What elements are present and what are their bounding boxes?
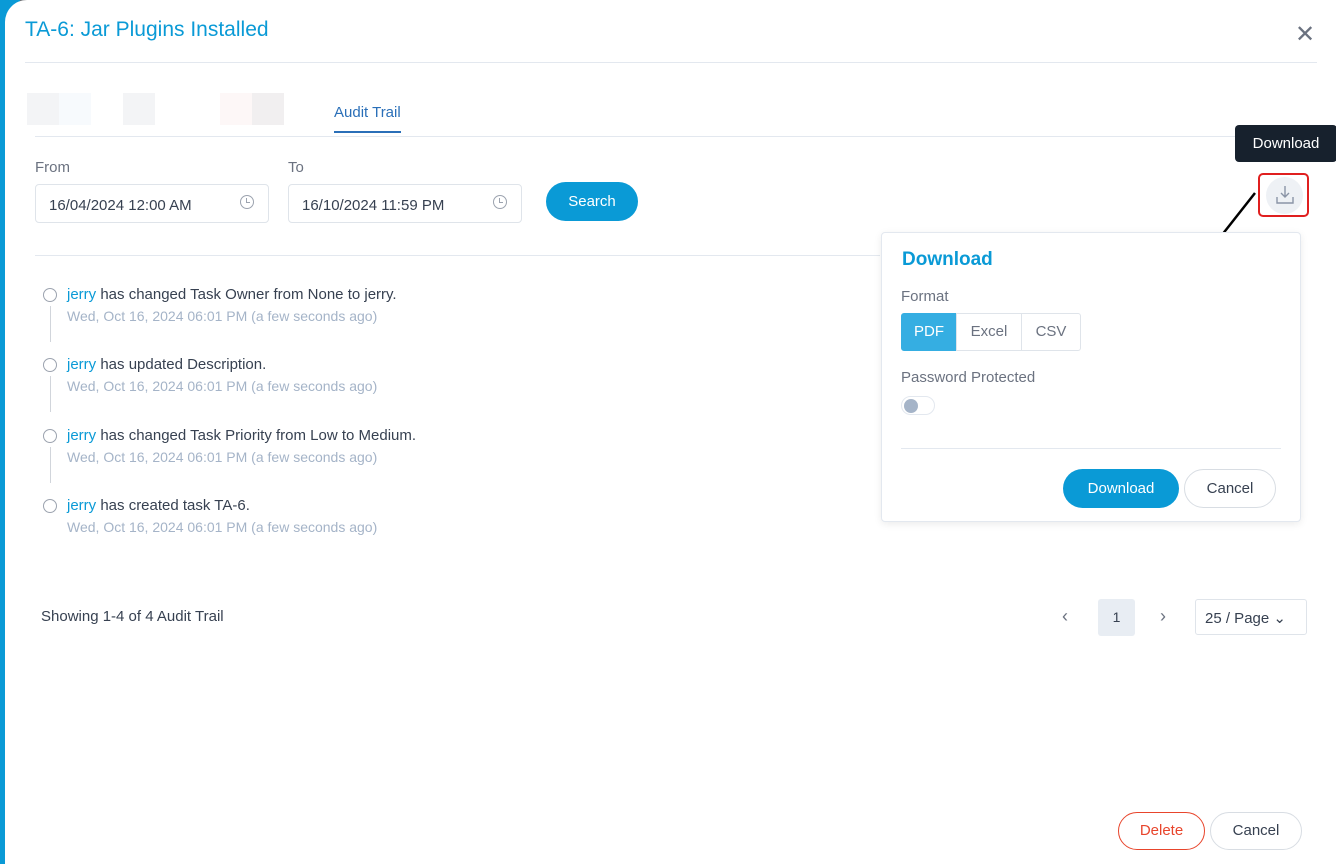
entry-time: Wed, Oct 16, 2024 06:01 PM (a few second…	[67, 378, 378, 394]
format-excel[interactable]: Excel	[956, 313, 1022, 351]
entry-time: Wed, Oct 16, 2024 06:01 PM (a few second…	[67, 449, 378, 465]
user-link[interactable]: jerry	[67, 427, 96, 444]
password-toggle[interactable]	[901, 396, 935, 415]
entry-text: has created task TA-6.	[96, 497, 250, 514]
popup-divider	[901, 448, 1281, 449]
format-label: Format	[901, 288, 949, 305]
to-value: 16/10/2024 11:59 PM	[302, 197, 445, 214]
next-page-icon[interactable]: ›	[1160, 606, 1166, 627]
password-label: Password Protected	[901, 369, 1036, 386]
prev-page-icon[interactable]: ‹	[1062, 606, 1068, 627]
user-link[interactable]: jerry	[67, 286, 96, 303]
popup-cancel-button[interactable]: Cancel	[1184, 469, 1276, 508]
entry-time: Wed, Oct 16, 2024 06:01 PM (a few second…	[67, 519, 378, 535]
to-label: To	[288, 159, 304, 176]
search-button[interactable]: Search	[546, 182, 638, 221]
chevron-down-icon: ⌄	[1269, 610, 1286, 627]
timeline-dot	[43, 429, 57, 443]
divider	[35, 255, 880, 256]
timeline-dot	[43, 499, 57, 513]
user-link[interactable]: jerry	[67, 497, 96, 514]
from-value: 16/04/2024 12:00 AM	[49, 197, 192, 214]
to-date-input[interactable]: 16/10/2024 11:59 PM	[288, 184, 522, 223]
divider	[25, 62, 1317, 63]
download-tooltip: Download	[1235, 125, 1336, 162]
from-label: From	[35, 159, 70, 176]
cancel-button[interactable]: Cancel	[1210, 812, 1302, 850]
download-icon	[1276, 186, 1294, 204]
from-date-input[interactable]: 16/04/2024 12:00 AM	[35, 184, 269, 223]
entry-text: has changed Task Priority from Low to Me…	[96, 427, 417, 444]
format-csv[interactable]: CSV	[1021, 313, 1081, 351]
blurred-tab[interactable]	[220, 93, 284, 125]
page-size-select[interactable]: 25 / Page ⌄	[1195, 599, 1307, 635]
page-size-value: 25 / Page	[1205, 610, 1270, 627]
format-pdf[interactable]: PDF	[901, 313, 957, 351]
tab-audit-trail[interactable]: Audit Trail	[334, 104, 401, 133]
timeline-dot	[43, 358, 57, 372]
download-button[interactable]	[1258, 173, 1309, 217]
entry-time: Wed, Oct 16, 2024 06:01 PM (a few second…	[67, 308, 378, 324]
showing-count: Showing 1-4 of 4 Audit Trail	[41, 608, 224, 625]
task-modal: TA-6: Jar Plugins Installed ✕ Audit Trai…	[5, 0, 1336, 864]
popup-title: Download	[902, 249, 993, 270]
popup-download-button[interactable]: Download	[1063, 469, 1179, 508]
timeline-dot	[43, 288, 57, 302]
blurred-tab[interactable]	[123, 93, 155, 125]
blurred-tab[interactable]	[27, 93, 91, 125]
entry-text: has changed Task Owner from None to jerr…	[96, 286, 397, 303]
clock-icon	[240, 195, 254, 209]
entry-text: has updated Description.	[96, 356, 267, 373]
close-icon[interactable]: ✕	[1295, 20, 1315, 49]
delete-button[interactable]: Delete	[1118, 812, 1205, 850]
modal-title: TA-6: Jar Plugins Installed	[25, 18, 269, 41]
clock-icon	[493, 195, 507, 209]
user-link[interactable]: jerry	[67, 356, 96, 373]
tab-divider	[35, 136, 1317, 137]
page-1[interactable]: 1	[1098, 599, 1135, 636]
